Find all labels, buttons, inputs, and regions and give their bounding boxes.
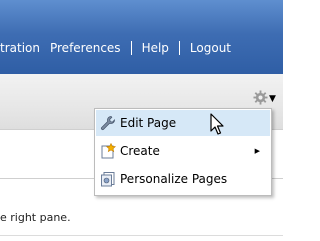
menu-item-edit-page[interactable]: Edit Page (96, 110, 270, 136)
new-item-icon (99, 142, 117, 160)
nav-link-help[interactable]: Help (142, 41, 169, 55)
submenu-arrow-icon: ▶ (254, 147, 260, 155)
caret-down-icon: ▼ (269, 94, 276, 104)
mouse-pointer-icon (210, 113, 226, 137)
menu-item-personalize-pages[interactable]: Personalize Pages (96, 166, 270, 192)
page-settings-dropdown-menu: Edit Page Create ▶ Personalize Pages (94, 108, 272, 196)
wrench-icon (99, 114, 117, 132)
section-divider (0, 235, 283, 236)
menu-item-label: Personalize Pages (120, 172, 228, 186)
nav-link-administration[interactable]: tration (0, 41, 40, 55)
menu-item-label: Edit Page (120, 116, 177, 130)
page-settings-menu-button[interactable]: ▼ (253, 89, 279, 109)
gear-icon (253, 89, 268, 109)
nav-separator (178, 41, 180, 55)
top-navigation: tration Preferences Help Logout (0, 39, 231, 57)
nav-link-preferences[interactable]: Preferences (50, 41, 121, 55)
content-text: e right pane. (0, 211, 71, 224)
menu-item-create[interactable]: Create ▶ (96, 138, 270, 164)
nav-separator (130, 41, 132, 55)
top-header-bar (0, 0, 283, 74)
menu-item-label: Create (120, 144, 160, 158)
nav-link-logout[interactable]: Logout (190, 41, 231, 55)
personalize-icon (99, 170, 117, 188)
